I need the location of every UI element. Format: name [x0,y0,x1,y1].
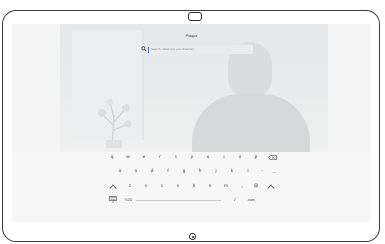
key-d[interactable]: d [146,168,158,174]
key-underscore[interactable]: _ [268,168,280,174]
key-o[interactable]: o [234,154,246,160]
key-s[interactable]: s [130,168,142,174]
key-c[interactable]: c [156,183,168,189]
key-v[interactable]: v [172,183,184,189]
key-m[interactable]: m [220,183,232,189]
key-l[interactable]: l [242,168,254,174]
key-dash[interactable]: - [256,168,268,174]
key-z[interactable]: z [124,183,136,189]
key-at[interactable]: @ [250,183,262,189]
key-b[interactable]: b [188,183,200,189]
key-numeric[interactable]: ?123 [121,197,135,203]
key-t[interactable]: t [170,154,182,160]
key-w[interactable]: w [122,154,134,160]
search-icon [141,46,147,52]
home-button[interactable] [189,233,196,240]
key-comma[interactable]: , [236,183,248,189]
key-g[interactable]: g [178,168,190,174]
chevron-up-icon[interactable] [267,184,275,189]
key-e[interactable]: e [138,154,150,160]
key-slash[interactable]: / [229,197,241,203]
key-k[interactable]: k [226,168,238,174]
backspace-icon[interactable] [268,155,277,160]
text-cursor [148,46,149,53]
dim-overlay [12,24,371,152]
key-i[interactable]: i [218,154,230,160]
space-bar[interactable] [136,200,221,201]
key-a[interactable]: a [114,168,126,174]
key-j[interactable]: j [210,168,222,174]
keyboard-hide-icon[interactable] [109,196,117,203]
search-placeholder: Search, dialer (or) your directory [151,47,195,51]
key-y[interactable]: y [186,154,198,160]
key-f[interactable]: f [162,168,174,174]
page-title: Połącz [185,33,198,38]
key-u[interactable]: u [202,154,214,160]
key-r[interactable]: r [154,154,166,160]
search-input[interactable]: Search, dialer (or) your directory [139,45,253,54]
key-dot-com[interactable]: .com [244,197,258,203]
screen: Połącz Search, dialer (or) your director… [12,24,371,222]
key-p[interactable]: p [250,154,262,160]
shift-icon[interactable] [109,184,117,189]
key-n[interactable]: n [204,183,216,189]
camera-icon [188,12,202,21]
key-q[interactable]: q [106,154,118,160]
key-h[interactable]: h [194,168,206,174]
key-x[interactable]: x [140,183,152,189]
